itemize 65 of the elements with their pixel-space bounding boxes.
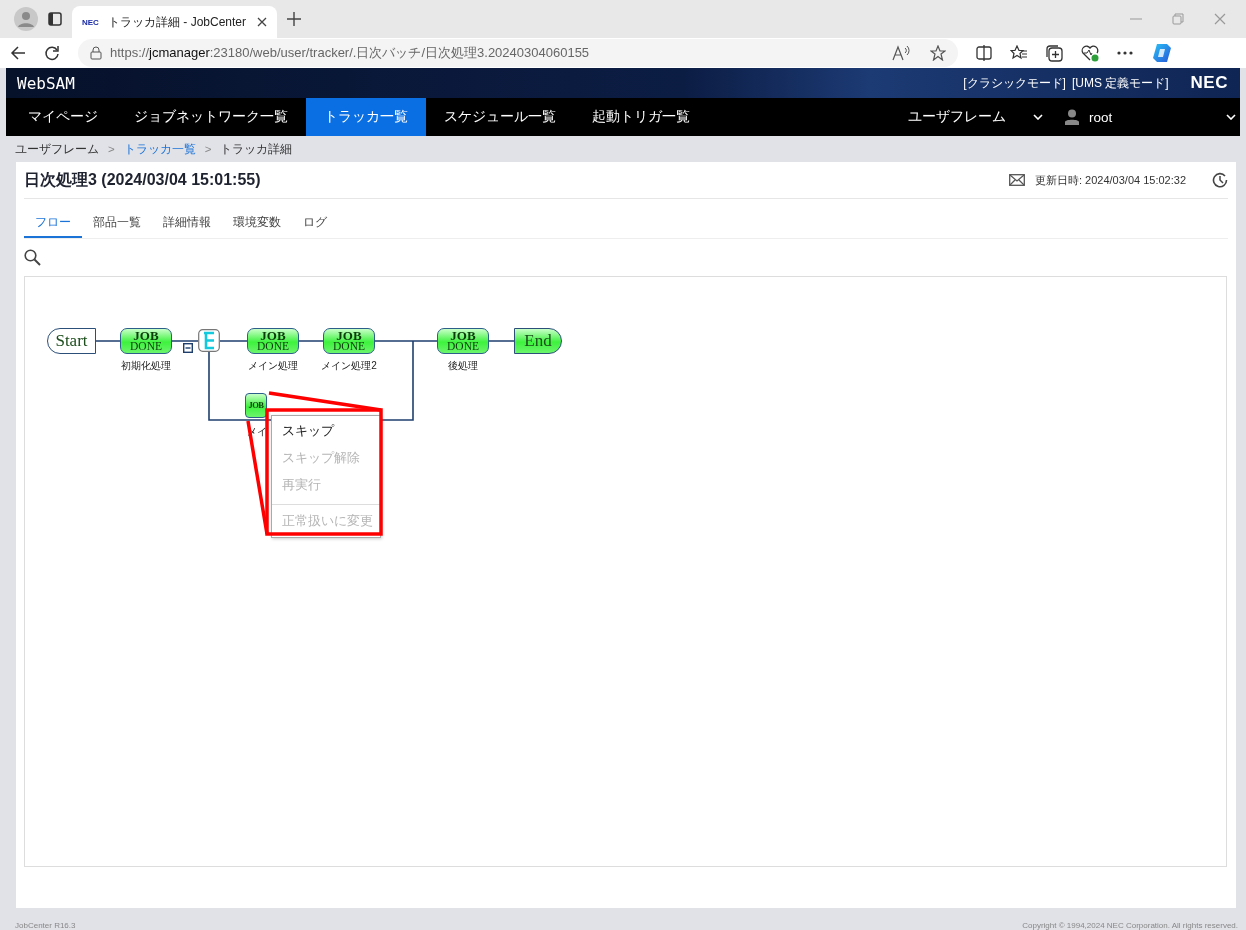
chevron-down-icon[interactable] — [1226, 114, 1236, 120]
breadcrumb-item: ユーザフレーム — [15, 141, 99, 157]
url-text: https://jcmanager:23180/web/user/tracker/.日次バッチ/日次処理3.20240304060155 — [110, 44, 590, 62]
breadcrumb-separator: > — [108, 143, 115, 155]
nav-tab[interactable]: トラッカ一覧 — [306, 98, 426, 136]
user-name[interactable]: root — [1089, 109, 1113, 125]
copilot-icon[interactable] — [1151, 42, 1173, 64]
favorites-icon[interactable] — [1010, 45, 1028, 61]
breadcrumb-item: トラッカ詳細 — [220, 141, 293, 157]
updated-time: 更新日時: 2024/03/04 15:02:32 — [1034, 172, 1186, 188]
mail-icon[interactable] — [1008, 174, 1025, 186]
job-name: メイン処理2 — [321, 359, 377, 373]
tab[interactable]: 詳細情報 — [152, 213, 222, 238]
job-name: 初期化処理 — [121, 359, 171, 373]
job-name: 後処理 — [448, 359, 478, 373]
breadcrumb-link[interactable]: トラッカ一覧 — [123, 141, 196, 157]
job-node[interactable]: JOB DONE — [120, 328, 172, 354]
tab[interactable]: 環境変数 — [222, 213, 292, 238]
refresh-icon[interactable] — [44, 45, 60, 61]
more-icon[interactable] — [1117, 51, 1133, 55]
mode-link[interactable]: [クラシックモード] — [963, 74, 1066, 92]
user-icon — [1065, 109, 1079, 125]
start-node[interactable]: Start — [47, 328, 96, 354]
refresh-history-icon[interactable] — [1212, 172, 1228, 188]
job-node[interactable]: JOB DONE — [437, 328, 489, 354]
page-title: 日次処理3 (2024/03/04 15:01:55) — [24, 169, 261, 190]
health-icon[interactable] — [1081, 44, 1099, 62]
branch-node-icon[interactable] — [198, 329, 220, 352]
split-screen-icon[interactable] — [976, 45, 992, 61]
read-aloud-icon[interactable] — [892, 45, 910, 61]
user-frame-selector[interactable]: ユーザフレーム — [908, 108, 1033, 126]
favicon: NEC — [82, 17, 100, 27]
lock-icon — [90, 46, 102, 60]
search-icon[interactable] — [24, 249, 41, 266]
browser-tab[interactable]: NEC トラッカ詳細 - JobCenter — [72, 6, 277, 38]
back-icon[interactable] — [10, 45, 26, 61]
tab[interactable]: ログ — [292, 213, 338, 238]
version-text: JobCenter R16.3 — [15, 921, 76, 930]
collapse-icon[interactable] — [183, 343, 193, 353]
new-tab-icon[interactable] — [287, 12, 301, 26]
menu-item[interactable]: スキップ — [272, 418, 380, 445]
chevron-down-icon[interactable] — [1033, 114, 1043, 120]
address-bar[interactable]: https://jcmanager:23180/web/user/tracker/.日次バッチ/日次処理3.20240304060155 — [78, 39, 958, 67]
breadcrumb-separator: > — [204, 143, 212, 155]
collections-icon[interactable] — [1046, 44, 1063, 62]
tab-title: トラッカ詳細 - JobCenter — [108, 13, 248, 31]
job-node[interactable]: JOB DONE — [247, 328, 299, 354]
job-node[interactable]: JOB — [245, 393, 267, 418]
job-name: メイン処理 — [248, 359, 298, 373]
nav-tab[interactable]: スケジュール一覧 — [426, 98, 574, 136]
product-name: WebSAM — [17, 73, 75, 93]
nav-tab[interactable]: 起動トリガ一覧 — [574, 98, 708, 136]
mode-link[interactable]: [UMS 定義モード] — [1071, 74, 1169, 92]
job-node[interactable]: JOB DONE — [323, 328, 375, 354]
profile-icon[interactable] — [14, 7, 38, 31]
nav-tab[interactable]: ジョブネットワーク一覧 — [116, 98, 306, 136]
star-icon[interactable] — [930, 45, 946, 61]
logo: NEC — [1190, 73, 1228, 93]
copyright-text: Copyright © 1994,2024 NEC Corporation. All rights reserved. — [1022, 921, 1238, 930]
end-node[interactable]: End — [514, 328, 562, 354]
close-icon[interactable] — [257, 17, 267, 27]
nav-tab[interactable]: マイページ — [10, 98, 116, 136]
tab-actions-icon[interactable] — [48, 12, 62, 26]
tab[interactable]: 部品一覧 — [82, 213, 152, 238]
tab[interactable]: フロー — [24, 213, 82, 238]
